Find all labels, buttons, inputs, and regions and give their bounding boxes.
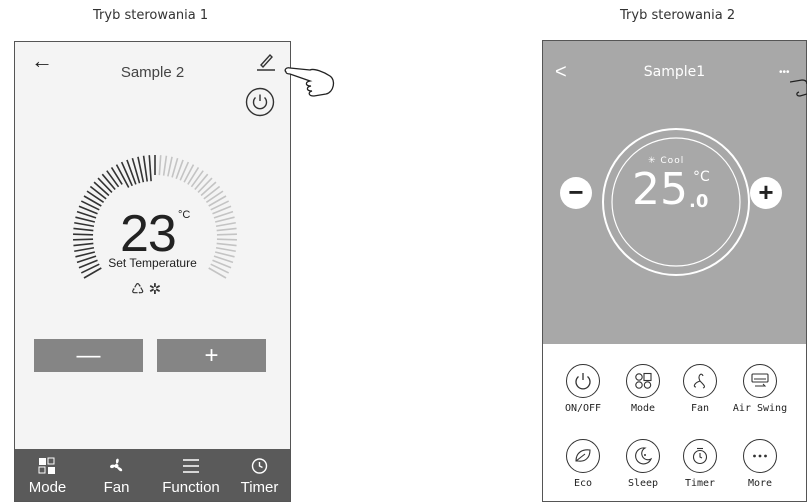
dial-tick [200, 181, 217, 197]
dial-tick [214, 216, 235, 223]
tab-function[interactable]: Function [155, 449, 227, 501]
air-swing-button[interactable]: Air Swing [730, 364, 790, 414]
dial-tick [73, 242, 94, 247]
temperature-decimal: .0 [689, 191, 709, 212]
tab-timer-label: Timer [240, 479, 279, 496]
current-temperature: 23 [120, 205, 177, 263]
tab-mode[interactable]: Mode [15, 449, 80, 501]
phone-mode-1: ← Sample 2 23 °C Set Temperature ♺ ✲ — +… [14, 41, 291, 502]
timer-button[interactable]: Timer [670, 439, 730, 489]
fan-label: Fan [690, 403, 710, 414]
tab-function-label: Function [162, 479, 220, 496]
tab-fan-label: Fan [103, 479, 130, 496]
pointing-hand-icon [284, 67, 335, 97]
increase-temperature-button[interactable]: + [157, 339, 266, 372]
on-off-label: ON/OFF [564, 403, 602, 414]
more-button[interactable]: More [730, 439, 790, 489]
dial-tick [74, 246, 95, 253]
power-icon [575, 373, 591, 390]
edit-pencil-icon[interactable] [255, 50, 277, 72]
dial-tick [216, 238, 237, 241]
dial-tick [187, 167, 200, 185]
dial-tick [216, 227, 237, 232]
temperature-unit: °C [693, 169, 710, 185]
dial-tick [106, 170, 120, 188]
more-icon [753, 454, 767, 458]
tab-mode-label: Mode [28, 479, 67, 496]
power-button[interactable] [245, 87, 275, 117]
sleep-button[interactable]: Sleep [613, 439, 673, 489]
dial-tick [73, 238, 94, 241]
decrease-temperature-button[interactable]: — [34, 339, 143, 372]
dial-tick [101, 173, 116, 191]
pointing-hand-icon [790, 79, 807, 97]
dial-tick [89, 185, 107, 200]
mode-button[interactable]: Mode [613, 364, 673, 414]
increase-temperature-button[interactable]: + [750, 177, 782, 209]
fan-icon [110, 458, 123, 472]
dial-tick [203, 185, 221, 200]
dial-tick [216, 242, 237, 247]
dial-tick [86, 190, 105, 203]
phone-mode-2: < Sample1 ••• ✳ Cool 25 °C .0 − + ON/OFF… [542, 40, 807, 502]
dial-tick [215, 221, 236, 228]
temperature-unit: °C [178, 209, 191, 221]
dial-tick [73, 227, 94, 232]
eco-button[interactable]: Eco [553, 439, 613, 489]
device-title: Sample 2 [120, 64, 185, 81]
dial-tick [97, 177, 113, 193]
dial-tick [158, 155, 162, 176]
caption-mode-2: Tryb sterowania 2 [620, 8, 736, 23]
dial-tick [205, 190, 224, 203]
dial-tick [167, 156, 173, 177]
current-temperature: 25 [632, 164, 688, 215]
on-off-button[interactable]: ON/OFF [553, 364, 613, 414]
dial-tick [216, 233, 237, 236]
dial-tick [74, 221, 95, 228]
dial-tick [197, 177, 213, 193]
dial-tick [162, 155, 168, 176]
dial-tick [171, 157, 179, 178]
mode-label: Mode [630, 403, 656, 414]
dial-tick [110, 167, 123, 185]
caption-mode-1: Tryb sterowania 1 [93, 8, 209, 23]
device-title: Sample1 [643, 64, 706, 80]
leaf-icon [575, 449, 591, 462]
dial-tick [120, 161, 133, 187]
timer-icon [692, 447, 708, 465]
more-label: More [747, 478, 773, 489]
dial-tick [215, 246, 236, 253]
tab-fan[interactable]: Fan [84, 449, 149, 501]
fan-icon [693, 373, 705, 389]
dial-tick [93, 181, 110, 197]
fan-button[interactable]: Fan [670, 364, 730, 414]
eco-label: Eco [573, 478, 593, 489]
mode-icon [38, 457, 55, 474]
menu-icon [183, 459, 199, 473]
set-temperature-label: Set Temperature [108, 256, 197, 270]
dial-tick [75, 216, 96, 223]
timer-label: Timer [684, 478, 716, 489]
dial-tick [148, 155, 152, 182]
mode-icon [635, 372, 652, 389]
tab-timer[interactable]: Timer [227, 449, 290, 501]
dial-tick [73, 233, 94, 236]
clock-icon [251, 458, 268, 474]
more-dots-icon[interactable]: ••• [779, 67, 790, 78]
bottom-tab-bar: Mode Fan Function Timer [15, 449, 290, 501]
mode-indicator-icons: ♺ ✲ [131, 281, 162, 298]
sleep-label: Sleep [627, 478, 659, 489]
air-swing-label: Air Swing [732, 403, 788, 414]
air-swing-icon [751, 373, 769, 387]
dial-tick [190, 170, 204, 188]
decrease-temperature-button[interactable]: − [560, 177, 592, 209]
dial-tick [194, 173, 209, 191]
dial-tick [142, 155, 148, 182]
sleep-icon [635, 447, 653, 465]
